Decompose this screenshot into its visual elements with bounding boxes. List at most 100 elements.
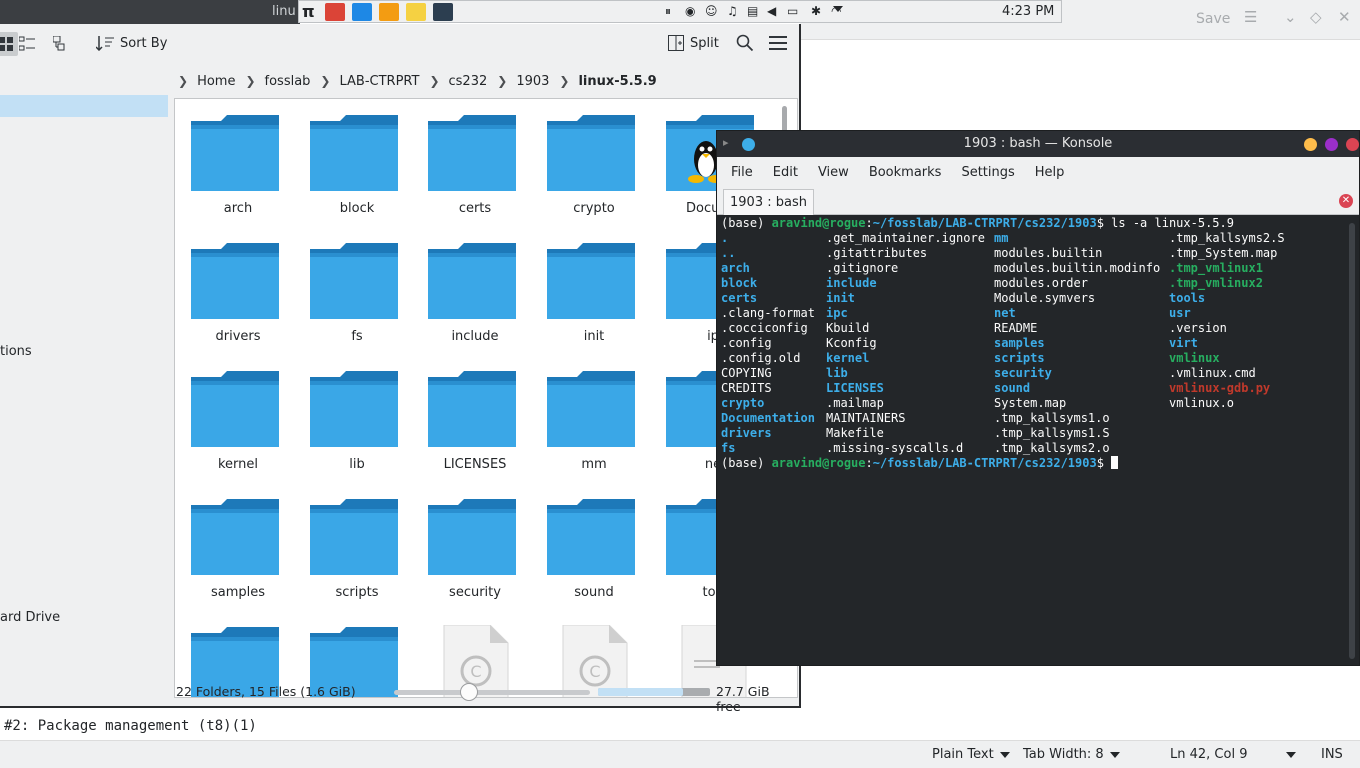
user-icon[interactable]: ☺ xyxy=(705,4,718,18)
folder-icon xyxy=(310,497,398,577)
cursor-position[interactable]: Ln 42, Col 9 xyxy=(1170,747,1247,762)
file-view[interactable]: arch block certs crypto Docume drivers fs inclu… xyxy=(174,98,798,698)
zoom-slider-handle[interactable] xyxy=(460,683,478,701)
expand-tray-icon[interactable] xyxy=(831,2,843,16)
folder-icon xyxy=(428,497,516,577)
notification-bell-icon[interactable]: ♫ xyxy=(727,4,738,18)
prompt-env: (base) xyxy=(721,456,772,470)
file-item[interactable]: drivers xyxy=(183,227,293,347)
close-tab-icon[interactable]: ✕ xyxy=(1339,194,1353,208)
terminal-launcher-icon[interactable] xyxy=(433,3,453,21)
menu-settings[interactable]: Settings xyxy=(951,165,1024,180)
breadcrumb-home[interactable]: Home xyxy=(197,74,235,89)
file-item[interactable]: lib xyxy=(302,355,412,475)
zoom-slider[interactable] xyxy=(394,683,590,701)
details-view-button[interactable] xyxy=(49,32,73,56)
breadcrumb-current-folder[interactable]: linux-5.5.9 xyxy=(578,74,656,89)
tab-1903-bash[interactable]: 1903 : bash xyxy=(723,189,814,215)
file-item-name: crypto xyxy=(573,201,615,216)
prompt-path: ~/fosslab/LAB-CTRPRT/cs232/1903 xyxy=(872,216,1097,230)
file-item[interactable]: LICENSES xyxy=(420,355,530,475)
search-icon xyxy=(736,34,754,52)
places-selected-item[interactable] xyxy=(0,95,168,117)
breadcrumb-1903[interactable]: 1903 xyxy=(516,74,549,89)
file-item[interactable]: samples xyxy=(183,483,293,603)
dolphin-file-manager: Sort By Split ❯ Home ❯ fosslab ❯ LAB-CTR… xyxy=(0,24,801,714)
menu-view[interactable]: View xyxy=(808,165,859,180)
file-item-name: drivers xyxy=(215,329,261,344)
file-item[interactable]: block xyxy=(302,99,412,219)
file-item-name: fs xyxy=(351,329,363,344)
insert-mode-indicator[interactable]: INS xyxy=(1321,747,1343,762)
breadcrumb-lab-ctrprt[interactable]: LAB-CTRPRT xyxy=(339,74,419,89)
file-item[interactable]: crypto xyxy=(539,99,649,219)
places-item-hard-drive[interactable]: ard Drive xyxy=(0,610,60,625)
file-item[interactable]: kernel xyxy=(183,355,293,475)
close-button[interactable] xyxy=(1346,138,1359,151)
file-item[interactable]: security xyxy=(420,483,530,603)
details-view-icon xyxy=(53,36,65,51)
menu-edit[interactable]: Edit xyxy=(763,165,808,180)
launcher-menu[interactable]: π xyxy=(302,2,315,21)
file-item[interactable]: certs xyxy=(420,99,530,219)
file-item[interactable]: include xyxy=(420,227,530,347)
svg-text:C: C xyxy=(589,662,600,681)
media-control-icon[interactable]: ⏸ xyxy=(665,4,671,19)
ls-entry: .mailmap xyxy=(826,396,884,410)
split-view-button[interactable]: Split xyxy=(668,35,719,51)
file-item-name: kernel xyxy=(217,457,259,472)
clock[interactable]: 4:23 PM xyxy=(1002,4,1054,19)
file-item[interactable]: init xyxy=(539,227,649,347)
menu-help[interactable]: Help xyxy=(1025,165,1075,180)
hamburger-menu-button[interactable] xyxy=(769,36,787,54)
free-space-bar xyxy=(598,688,710,696)
file-item[interactable]: mm xyxy=(539,355,649,475)
file-manager-launcher-icon[interactable] xyxy=(352,3,372,21)
file-item[interactable]: scripts xyxy=(302,483,412,603)
bluetooth-icon[interactable]: ✱ xyxy=(811,4,821,18)
syntax-mode-label: Plain Text xyxy=(932,747,994,762)
file-item-name: security xyxy=(449,585,501,600)
places-item-locations[interactable]: tions xyxy=(0,344,32,359)
ls-entry: crypto xyxy=(721,396,765,410)
maximize-button[interactable] xyxy=(1325,138,1338,151)
search-button[interactable] xyxy=(736,34,754,56)
close-icon[interactable]: ✕ xyxy=(1338,8,1351,26)
editor-text-line[interactable]: #2: Package management (t8)(1) xyxy=(0,712,1360,740)
file-item[interactable]: arch xyxy=(183,99,293,219)
konsole-titlebar[interactable]: ▸ 1903 : bash — Konsole xyxy=(717,131,1359,157)
file-item-name: certs xyxy=(458,201,492,216)
file-item[interactable]: fs xyxy=(302,227,412,347)
menu-file[interactable]: File xyxy=(721,165,763,180)
folder-icon xyxy=(191,241,279,321)
cursor-position-dropdown[interactable] xyxy=(1280,747,1296,762)
file-item[interactable]: sound xyxy=(539,483,649,603)
tab-width-selector[interactable]: Tab Width: 8 xyxy=(1023,747,1120,762)
chevron-down-icon[interactable]: ⌄ xyxy=(1284,8,1297,26)
storage-icon[interactable]: ▤ xyxy=(747,4,758,18)
terminal-cursor xyxy=(1111,456,1119,469)
diamond-icon[interactable]: ◇ xyxy=(1310,8,1322,26)
hamburger-menu-icon[interactable]: ☰ xyxy=(1244,8,1257,26)
terminal-output[interactable]: (base) aravind@rogue:~/fosslab/LAB-CTRPR… xyxy=(717,215,1359,665)
battery-icon[interactable]: ▭ xyxy=(787,4,798,18)
syntax-mode-selector[interactable]: Plain Text xyxy=(932,747,1010,762)
chrome-launcher-icon[interactable] xyxy=(325,3,345,21)
breadcrumb-cs232[interactable]: cs232 xyxy=(449,74,488,89)
free-space-bar-fill xyxy=(598,688,684,696)
file-item-name: sound xyxy=(574,585,614,600)
folder-icon xyxy=(547,113,635,193)
save-button[interactable]: Save xyxy=(1196,11,1230,27)
terminal-scrollbar[interactable] xyxy=(1349,223,1355,659)
menu-bookmarks[interactable]: Bookmarks xyxy=(859,165,952,180)
folder-icon xyxy=(547,241,635,321)
minimize-button[interactable] xyxy=(1304,138,1317,151)
clipboard-icon[interactable]: ◉ xyxy=(685,4,695,18)
breadcrumb-fosslab[interactable]: fosslab xyxy=(265,74,311,89)
sort-by-button[interactable]: Sort By xyxy=(96,35,167,51)
volume-icon[interactable]: ◀ xyxy=(767,4,776,18)
compact-view-button[interactable] xyxy=(15,32,39,56)
vlc-launcher-icon[interactable] xyxy=(379,3,399,21)
dolphin-statusbar: 22 Folders, 15 Files (1.6 GiB) 27.7 GiB … xyxy=(174,682,798,714)
text-editor-launcher-icon[interactable] xyxy=(406,3,426,21)
